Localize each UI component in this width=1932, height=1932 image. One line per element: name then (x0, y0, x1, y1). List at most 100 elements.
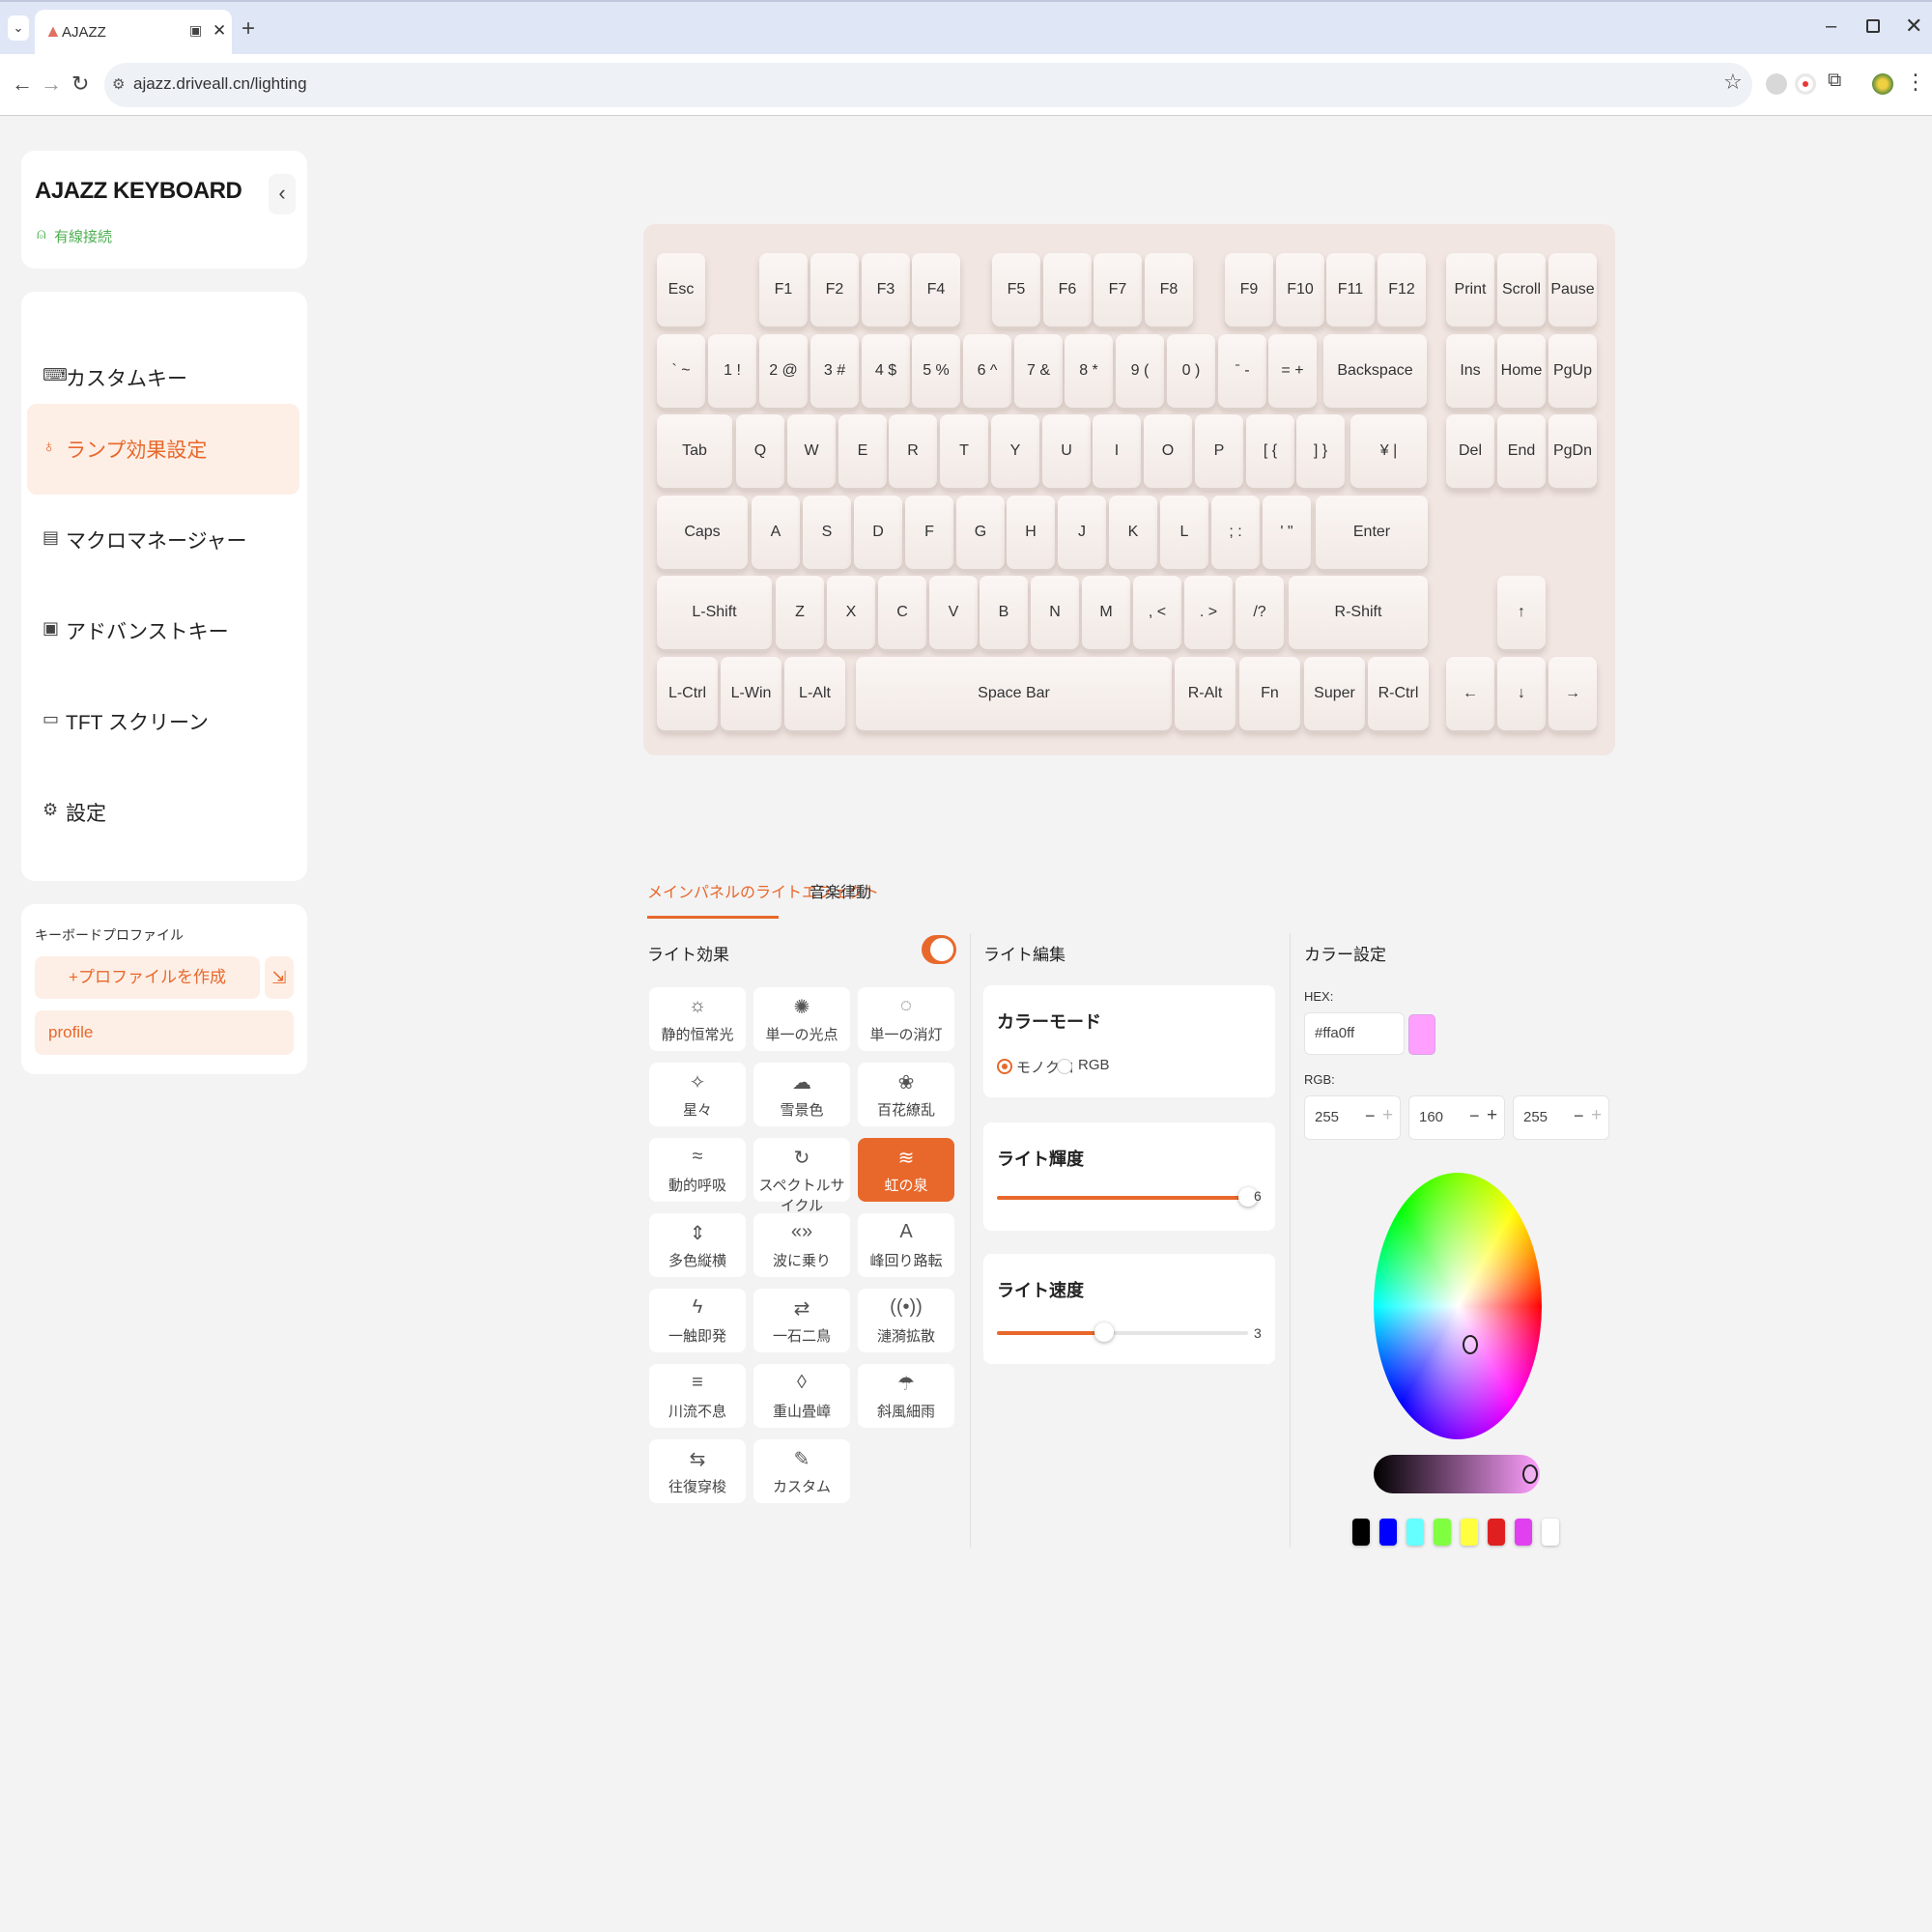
tab-search-button[interactable]: ⌄ (8, 15, 29, 41)
key[interactable]: F8 (1145, 253, 1193, 327)
effect-button[interactable]: ✧ 星々 (649, 1063, 746, 1126)
key[interactable]: ¥ | (1350, 414, 1427, 488)
key[interactable]: . > (1184, 576, 1233, 649)
extensions-puzzle-icon[interactable]: ⧉ (1828, 70, 1841, 92)
key[interactable]: 1 ! (708, 334, 756, 408)
key[interactable]: 3 # (810, 334, 859, 408)
color-wheel-cursor[interactable] (1463, 1335, 1478, 1354)
profile-list-item[interactable]: profile (35, 1010, 294, 1055)
sidebar-collapse-button[interactable]: ‹ (269, 174, 296, 214)
key[interactable]: ↑ (1497, 576, 1546, 649)
key[interactable]: Fn (1239, 657, 1300, 730)
effect-button[interactable]: ⇆ 往復穿梭 (649, 1439, 746, 1503)
effect-button[interactable]: ⇕ 多色縦横 (649, 1213, 746, 1277)
extension-icon[interactable] (1766, 73, 1787, 95)
effect-button[interactable]: ✺ 単一の光点 (753, 987, 850, 1051)
preset-color-swatch[interactable] (1406, 1519, 1424, 1546)
key[interactable]: Ins (1446, 334, 1494, 408)
key[interactable]: F5 (992, 253, 1040, 327)
key[interactable]: Q (736, 414, 784, 488)
key[interactable]: F2 (810, 253, 859, 327)
key[interactable]: Esc (657, 253, 705, 327)
rgb-radio[interactable] (1057, 1059, 1072, 1074)
site-info-icon[interactable]: ⚙ (112, 75, 125, 93)
key[interactable]: B (980, 576, 1028, 649)
key[interactable]: End (1497, 414, 1546, 488)
red-decrease-button[interactable]: − (1365, 1106, 1376, 1126)
key[interactable]: ↓ (1497, 657, 1546, 730)
tab-media-icon[interactable]: ▣ (189, 22, 202, 39)
key[interactable]: , < (1133, 576, 1181, 649)
key[interactable]: ; : (1211, 496, 1260, 569)
mono-radio[interactable] (997, 1059, 1012, 1074)
key[interactable]: Del (1446, 414, 1494, 488)
key[interactable]: ← (1446, 657, 1494, 730)
record-extension-icon[interactable] (1795, 73, 1816, 95)
green-value[interactable]: 160 (1419, 1109, 1443, 1125)
key[interactable]: U (1042, 414, 1091, 488)
preset-color-swatch[interactable] (1515, 1519, 1532, 1546)
key[interactable]: D (854, 496, 902, 569)
sidebar-item-advanced-key[interactable]: ▣ アドバンストキー (27, 585, 299, 676)
key[interactable]: L-Alt (784, 657, 845, 730)
hex-input[interactable]: #ffa0ff (1304, 1012, 1405, 1055)
sidebar-item-tft-screen[interactable]: ▭ TFT スクリーン (27, 676, 299, 767)
window-minimize-button[interactable]: – (1826, 15, 1836, 38)
key[interactable]: ` ~ (657, 334, 705, 408)
key[interactable]: [ { (1246, 414, 1294, 488)
tab-close-icon[interactable]: ✕ (213, 21, 226, 41)
key[interactable]: A (752, 496, 800, 569)
key[interactable]: Print (1446, 253, 1494, 327)
effect-button[interactable]: ☁ 雪景色 (753, 1063, 850, 1126)
key[interactable]: PgUp (1548, 334, 1597, 408)
key[interactable]: Scroll (1497, 253, 1546, 327)
key[interactable]: F11 (1326, 253, 1375, 327)
reload-button[interactable]: ↻ (71, 71, 89, 97)
key[interactable]: X (827, 576, 875, 649)
sidebar-item-lighting[interactable]: ♁ ランプ効果設定 (27, 404, 299, 495)
key[interactable]: 5 % (912, 334, 960, 408)
key[interactable]: H (1007, 496, 1055, 569)
key[interactable]: Z (776, 576, 824, 649)
key[interactable]: Caps (657, 496, 748, 569)
preset-color-swatch[interactable] (1352, 1519, 1370, 1546)
effect-button[interactable]: ✎ カスタム (753, 1439, 850, 1503)
key[interactable]: I (1093, 414, 1141, 488)
key[interactable]: V (929, 576, 978, 649)
effect-button[interactable]: «» 波に乗り (753, 1213, 850, 1277)
key[interactable]: F9 (1225, 253, 1273, 327)
effect-button[interactable]: ☂ 斜風細雨 (858, 1364, 954, 1428)
window-close-button[interactable]: ✕ (1905, 14, 1922, 39)
browser-tab[interactable]: ▲ AJAZZ ▣ ✕ (35, 10, 232, 56)
key[interactable]: R-Alt (1175, 657, 1236, 730)
color-brightness-thumb[interactable] (1522, 1464, 1538, 1484)
key[interactable]: /? (1236, 576, 1284, 649)
key[interactable]: ] } (1296, 414, 1345, 488)
preset-color-swatch[interactable] (1379, 1519, 1397, 1546)
key[interactable]: G (956, 496, 1005, 569)
key[interactable]: L (1160, 496, 1208, 569)
effect-button[interactable]: ≈ 動的呼吸 (649, 1138, 746, 1202)
preset-color-swatch[interactable] (1461, 1519, 1478, 1546)
blue-decrease-button[interactable]: − (1574, 1106, 1584, 1126)
speed-slider[interactable] (997, 1322, 1248, 1342)
effect-button[interactable]: ⇄ 一石二鳥 (753, 1289, 850, 1352)
key[interactable]: ' " (1263, 496, 1311, 569)
key[interactable]: F3 (862, 253, 910, 327)
key[interactable]: L-Ctrl (657, 657, 718, 730)
key[interactable]: F12 (1378, 253, 1426, 327)
effect-button[interactable]: ≡ 川流不息 (649, 1364, 746, 1428)
back-button[interactable]: ← (12, 71, 33, 97)
blue-increase-button[interactable]: + (1591, 1105, 1602, 1126)
key[interactable]: F6 (1043, 253, 1092, 327)
red-value[interactable]: 255 (1315, 1109, 1339, 1125)
effects-toggle[interactable] (922, 935, 956, 964)
key[interactable]: W (787, 414, 836, 488)
forward-button[interactable]: → (41, 71, 62, 97)
key[interactable]: E (838, 414, 887, 488)
effect-button[interactable]: ((•)) 漣漪拡散 (858, 1289, 954, 1352)
color-wheel[interactable] (1374, 1173, 1542, 1439)
key[interactable]: R-Ctrl (1368, 657, 1429, 730)
key[interactable]: R-Shift (1289, 576, 1428, 649)
preset-color-swatch[interactable] (1488, 1519, 1505, 1546)
